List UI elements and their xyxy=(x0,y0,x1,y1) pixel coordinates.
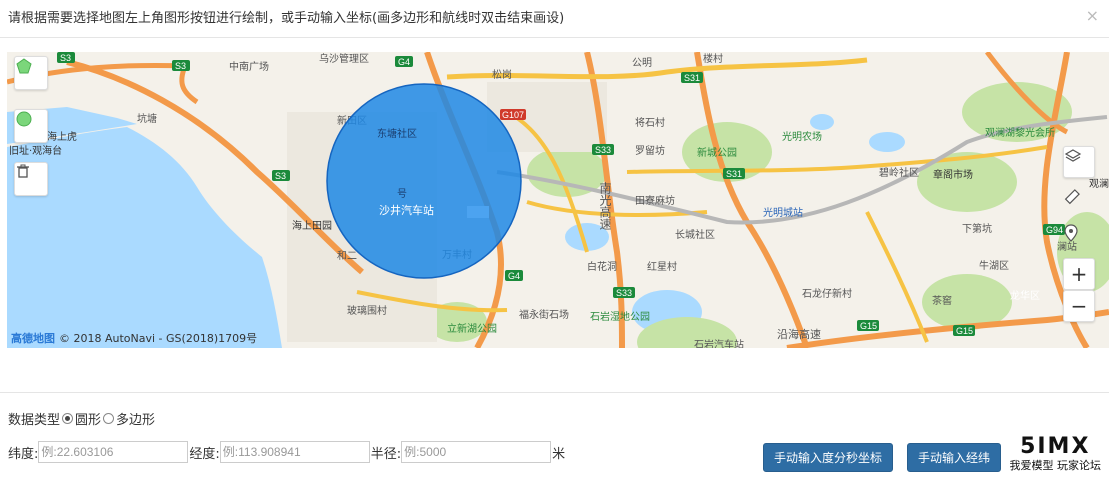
data-type-label: 数据类型 xyxy=(8,413,61,428)
watermark-logo: 5IMX 我爱模型 玩家论坛 xyxy=(1009,434,1102,472)
svg-text:号: 号 xyxy=(397,188,407,200)
ruler-icon[interactable] xyxy=(1063,188,1095,220)
svg-text:松岗: 松岗 xyxy=(492,68,512,81)
manual-latlng-button[interactable]: 手动输入经纬 xyxy=(907,443,1002,472)
label-zhongnan: 中南广场 xyxy=(229,60,269,73)
radio-circle-label[interactable]: 圆形 xyxy=(75,409,101,428)
svg-text:红星村: 红星村 xyxy=(647,260,677,273)
svg-text:S33: S33 xyxy=(595,145,611,155)
layers-icon[interactable] xyxy=(1063,146,1095,178)
form-area: 数据类型 圆形 多边形 纬度: 经度: 半径: 米 手动输入度分秒坐标 手动输入… xyxy=(0,392,1109,479)
zoom-in-icon: + xyxy=(1070,262,1088,286)
svg-text:海上虎: 海上虎 xyxy=(47,130,77,143)
dialog-header: 请根据需要选择地图左上角图形按钮进行绘制，或手动输入坐标(画多边形和航线时双击结… xyxy=(0,0,1109,38)
svg-text:茶窖: 茶窖 xyxy=(932,294,952,307)
attribution-text: © 2018 AutoNavi - GS(2018)1709号 xyxy=(59,332,258,345)
svg-text:G4: G4 xyxy=(508,271,520,281)
svg-text:章阁市场: 章阁市场 xyxy=(933,168,973,181)
svg-text:S3: S3 xyxy=(175,61,186,71)
lat-label: 纬度: xyxy=(8,446,39,462)
svg-text:立新湖公园: 立新湖公园 xyxy=(447,322,497,335)
svg-text:G94: G94 xyxy=(1046,225,1063,235)
svg-text:龙华区: 龙华区 xyxy=(1010,289,1040,302)
svg-text:S31: S31 xyxy=(726,169,742,179)
svg-text:G15: G15 xyxy=(956,326,973,336)
radius-input[interactable] xyxy=(401,441,552,463)
svg-text:乌沙管理区: 乌沙管理区 xyxy=(319,52,369,65)
svg-text:石龙仔新村: 石龙仔新村 xyxy=(802,287,852,300)
svg-text:牛湖区: 牛湖区 xyxy=(979,259,1009,272)
svg-text:田寮麻坊: 田寮麻坊 xyxy=(635,194,675,207)
svg-text:S33: S33 xyxy=(616,288,632,298)
svg-text:海上田园: 海上田园 xyxy=(292,219,332,232)
map-canvas[interactable]: S3 S3 G4 S3 S33 S33 S31 S31 G107 G4 G15 … xyxy=(7,52,1109,348)
amap-logo: 高德地图 xyxy=(11,332,55,345)
circle-icon[interactable] xyxy=(14,109,48,143)
radio-polygon[interactable] xyxy=(103,413,115,424)
svg-text:长城社区: 长城社区 xyxy=(675,228,715,241)
svg-text:石岩湿地公园: 石岩湿地公园 xyxy=(590,310,650,323)
svg-text:下第坑: 下第坑 xyxy=(962,222,992,235)
watermark-small: 我爱模型 玩家论坛 xyxy=(1009,459,1102,472)
watermark-big: 5IMX xyxy=(1020,434,1091,459)
radius-unit: 米 xyxy=(552,446,566,462)
zoom-out-button[interactable]: − xyxy=(1063,290,1095,322)
svg-text:楼村: 楼村 xyxy=(703,52,723,65)
svg-text:新城公园: 新城公园 xyxy=(697,146,737,159)
svg-text:旧址·观海台: 旧址·观海台 xyxy=(9,144,62,157)
lng-label: 经度: xyxy=(189,446,220,462)
radio-circle[interactable] xyxy=(62,413,74,424)
label-shajing: 沙井汽车站 xyxy=(379,203,434,217)
manual-dms-button[interactable]: 手动输入度分秒坐标 xyxy=(763,443,894,472)
zoom-in-button[interactable]: + xyxy=(1063,258,1095,290)
svg-text:白花洞: 白花洞 xyxy=(587,260,617,273)
drawn-circle xyxy=(326,83,522,279)
svg-text:G4: G4 xyxy=(398,57,410,67)
close-icon[interactable]: × xyxy=(1086,6,1099,25)
zoom-out-icon: − xyxy=(1070,294,1088,318)
svg-text:沿海高速: 沿海高速 xyxy=(777,327,821,341)
svg-text:将石村: 将石村 xyxy=(635,116,665,129)
lng-input[interactable] xyxy=(219,441,370,463)
dialog-title: 请根据需要选择地图左上角图形按钮进行绘制，或手动输入坐标(画多边形和航线时双击结… xyxy=(8,11,565,26)
road-s3-1: S3 xyxy=(60,53,71,63)
data-type-row: 数据类型 圆形 多边形 xyxy=(8,409,155,428)
svg-text:罗留坊: 罗留坊 xyxy=(635,144,665,157)
svg-text:公明: 公明 xyxy=(632,57,652,69)
lat-input[interactable] xyxy=(38,441,189,463)
map-tiles: S3 S3 G4 S3 S33 S33 S31 S31 G107 G4 G15 … xyxy=(7,52,1109,348)
svg-text:和二: 和二 xyxy=(337,250,357,262)
radio-polygon-label[interactable]: 多边形 xyxy=(116,409,155,428)
trash-icon[interactable] xyxy=(14,162,48,196)
svg-text:石岩汽车站: 石岩汽车站 xyxy=(694,338,744,348)
svg-text:S3: S3 xyxy=(275,171,286,181)
svg-text:光明农场: 光明农场 xyxy=(782,130,822,143)
coordinate-row: 纬度: 经度: 半径: 米 xyxy=(8,441,565,463)
location-pin-icon[interactable] xyxy=(1063,224,1095,256)
svg-text:G15: G15 xyxy=(860,321,877,331)
svg-text:S31: S31 xyxy=(684,73,700,83)
polygon-icon[interactable] xyxy=(14,56,48,90)
radius-label: 半径: xyxy=(370,446,402,462)
svg-text:南光高速: 南光高速 xyxy=(598,181,612,230)
map-attribution: 高德地图 © 2018 AutoNavi - GS(2018)1709号 xyxy=(11,330,257,346)
svg-text:光明城站: 光明城站 xyxy=(763,206,803,219)
svg-text:坑塘: 坑塘 xyxy=(137,112,157,125)
svg-text:碧岭社区: 碧岭社区 xyxy=(879,166,919,179)
svg-text:观澜湖黎光会所: 观澜湖黎光会所 xyxy=(985,126,1055,139)
svg-text:玻璃围村: 玻璃围村 xyxy=(347,304,387,317)
svg-text:福永街石场: 福永街石场 xyxy=(519,308,569,321)
svg-text:G107: G107 xyxy=(502,110,524,120)
svg-text:东塘社区: 东塘社区 xyxy=(377,127,417,140)
